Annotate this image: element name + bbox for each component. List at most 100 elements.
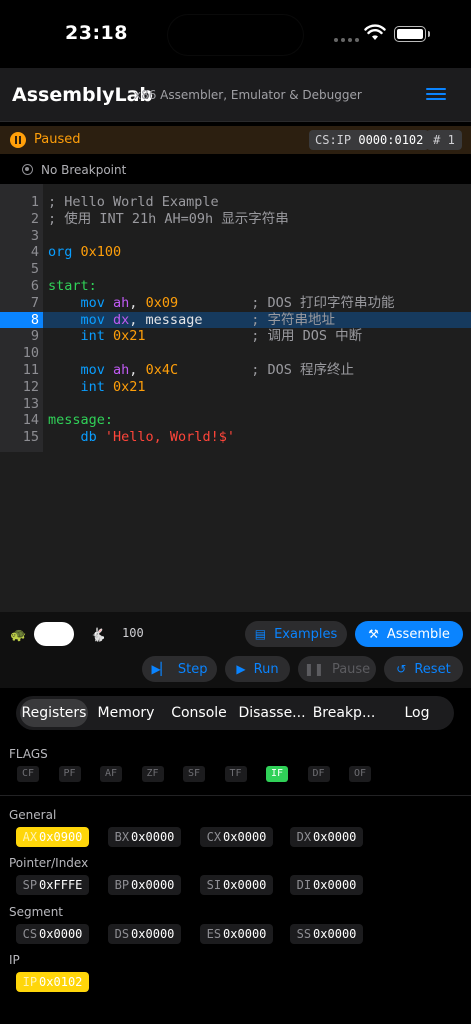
register-di: DI 0x0000 [290,875,363,895]
line-number[interactable]: 2 [0,211,43,228]
code-token: ; DOS 打印字符串功能 [178,294,395,311]
register-name: BP [114,878,130,892]
line-number[interactable]: 11 [0,362,43,379]
register-name: DI [296,878,312,892]
code-line[interactable]: 6 start: [0,278,471,295]
register-name: SS [296,927,312,941]
code-line[interactable]: 11 mov ah, 0x4C ; DOS 程序终止 [0,362,471,379]
code-token: mov [48,294,114,311]
flag-af: AF [100,766,122,782]
code-line[interactable]: 4 org 0x100 [0,244,471,261]
code-token: int [48,328,114,345]
code-line[interactable]: 8 mov dx, message ; 字符串地址 [0,311,471,329]
tab-log[interactable]: Log [384,699,450,727]
line-number[interactable]: 15 [0,429,43,446]
menu-icon[interactable] [426,88,446,102]
register-name: ES [206,927,222,941]
tab-registers[interactable]: Registers [20,699,88,727]
flag-of: OF [349,766,371,782]
register-name: SP [22,878,38,892]
pause-status-icon [10,132,26,148]
register-value: 0x0000 [131,878,175,892]
csip-indicator: CS:IP 0000:0102 [309,130,430,150]
code-line[interactable]: 3 [0,228,471,245]
wifi-icon [364,24,386,40]
code-line[interactable]: 13 [0,396,471,413]
line-number[interactable]: 6 [0,278,43,295]
divider [0,795,471,796]
tab-disassembly[interactable]: Disasse... [238,699,306,727]
code-editor[interactable]: 1 ; Hello World Example 2 ; 使用 INT 21h AH=0… [0,184,471,612]
line-number[interactable]: 5 [0,261,43,278]
register-value: 0x0000 [131,830,175,844]
register-es: ES 0x0000 [200,924,273,944]
code-line[interactable]: 1 ; Hello World Example [0,194,471,211]
tab-memory[interactable]: Memory [94,699,158,727]
register-value: 0x0900 [39,830,83,844]
step-count: # 1 [426,130,462,150]
code-token: ; 调用 DOS 中断 [145,328,363,345]
line-number[interactable]: 14 [0,412,43,429]
step-label: Step [177,662,208,677]
line-number[interactable]: 10 [0,345,43,362]
register-name: AX [22,830,38,844]
examples-label: Examples [274,627,338,642]
code-token: 0x4C [145,362,179,378]
code-line[interactable]: 10 [0,345,471,362]
code-token: 'Hello, World!$' [104,429,235,446]
status-bar: 23:18 [0,0,471,68]
pause-button[interactable]: ❚❚ Pause [298,656,376,682]
register-value: 0x0000 [313,830,357,844]
code-token: mov [48,311,114,328]
code-line[interactable]: 15 db 'Hello, World!$' [0,429,471,446]
code-line[interactable]: 7 mov ah, 0x09 ; DOS 打印字符串功能 [0,295,471,312]
line-number[interactable]: 12 [0,379,43,396]
csip-value: 0000:0102 [358,133,424,147]
code-token: org [48,244,81,261]
code-line[interactable]: 5 [0,261,471,278]
reset-button[interactable]: ↺ Reset [384,656,463,682]
register-name: CS [22,927,38,941]
register-si: SI 0x0000 [200,875,273,895]
run-status-bar: Paused CS:IP 0000:0102 # 1 [0,126,471,154]
run-button[interactable]: ▶ Run [225,656,290,682]
code-token: 0x21 [113,328,146,345]
code-token: , [129,362,146,378]
code-token: 0x09 [145,294,179,311]
flags-label: FLAGS [9,747,48,761]
code-line[interactable]: 2 ; 使用 INT 21h AH=09h 显示字符串 [0,211,471,228]
line-number[interactable]: 9 [0,328,43,345]
flag-df: DF [307,766,330,782]
csip-label: CS:IP [315,133,352,147]
line-number[interactable]: 4 [0,244,43,261]
step-button[interactable]: ▶▏ Step [142,656,217,682]
register-ss: SS 0x0000 [290,924,363,944]
code-line[interactable]: 9 int 0x21 ; 调用 DOS 中断 [0,328,471,345]
assemble-button[interactable]: ⚒ Assemble [355,621,463,647]
examples-button[interactable]: ▤ Examples [245,621,347,647]
line-number[interactable]: 7 [0,295,43,312]
tab-breakpoints[interactable]: Breakp... [310,699,378,727]
speed-slider[interactable] [34,622,74,646]
tab-console[interactable]: Console [164,699,234,727]
step-icon: ▶▏ [151,662,170,676]
register-name: CX [206,830,222,844]
line-number[interactable]: 1 [0,194,43,211]
register-ax: AX 0x0900 [16,827,89,847]
code-text: mov ah, 0x4C ; DOS 程序终止 [48,362,355,379]
code-token: ah [113,294,130,311]
register-name: DX [296,830,312,844]
play-icon: ▶ [236,662,246,676]
code-line[interactable]: 12 int 0x21 [0,379,471,396]
code-token: int [48,378,114,395]
panel-tabs: Registers Memory Console Disasse... Brea… [16,696,454,730]
line-number[interactable]: 8 [0,311,43,329]
code-text: start: [48,278,97,295]
line-number[interactable]: 13 [0,396,43,413]
code-line[interactable]: 14 message: [0,412,471,429]
register-cx: CX 0x0000 [200,827,273,847]
code-token: ; Hello World Example [48,194,219,210]
line-number[interactable]: 3 [0,228,43,245]
register-ds: DS 0x0000 [108,924,181,944]
code-token: 0x21 [113,378,146,395]
